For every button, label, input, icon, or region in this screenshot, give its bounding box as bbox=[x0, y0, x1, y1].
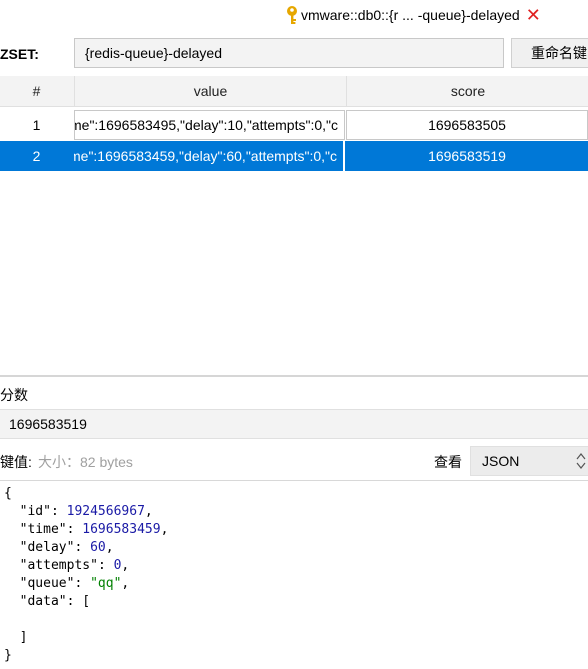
row-score[interactable]: 1696583519 bbox=[346, 141, 588, 171]
json-line: "data": [ bbox=[19, 594, 91, 609]
row-value[interactable]: me":1696583459,"delay":60,"attempts":0,"… bbox=[74, 141, 345, 171]
column-header-value[interactable]: value bbox=[74, 76, 346, 106]
table-row[interactable]: 1 me":1696583495,"delay":10,"attempts":0… bbox=[0, 110, 588, 140]
row-value-text: me":1696583459,"delay":60,"attempts":0,"… bbox=[74, 148, 337, 164]
table-header: # value score bbox=[0, 76, 588, 107]
value-label: 键值: bbox=[0, 454, 32, 470]
chevron-updown-icon bbox=[576, 451, 586, 471]
view-mode-select[interactable]: JSON bbox=[470, 446, 588, 476]
table-row-selected[interactable]: 2 me":1696583459,"delay":60,"attempts":0… bbox=[0, 141, 588, 171]
value-size: 大小：82 bytes bbox=[38, 454, 133, 470]
tab-key[interactable]: vmware::db0::{r ... -queue}-delayed ✕ bbox=[285, 4, 541, 26]
score-input[interactable]: 1696583519 bbox=[0, 409, 588, 439]
row-index: 2 bbox=[32, 148, 41, 164]
json-line: "delay": 60, bbox=[19, 540, 114, 555]
json-line: "time": 1696583459, bbox=[19, 522, 169, 537]
json-editor[interactable]: { "id": 1924566967, "time": 1696583459, … bbox=[0, 480, 588, 669]
json-line: { bbox=[4, 486, 12, 501]
column-header-index[interactable]: # bbox=[0, 76, 73, 106]
view-mode-value: JSON bbox=[482, 453, 520, 469]
row-index: 1 bbox=[32, 117, 41, 133]
key-name-field[interactable]: {redis-queue}-delayed bbox=[74, 38, 504, 68]
zset-table: # value score 1 me":1696583495,"delay":1… bbox=[0, 76, 588, 376]
column-header-score[interactable]: score bbox=[346, 76, 588, 106]
splitter-handle[interactable] bbox=[0, 375, 588, 377]
close-icon[interactable]: ✕ bbox=[526, 6, 541, 24]
key-type-label: ZSET: bbox=[0, 46, 39, 62]
score-label: 分数 bbox=[0, 387, 28, 403]
row-value-text: me":1696583495,"delay":10,"attempts":0,"… bbox=[74, 117, 338, 133]
tab-bar: vmware::db0::{r ... -queue}-delayed ✕ bbox=[0, 0, 588, 30]
json-line: "id": 1924566967, bbox=[19, 504, 153, 519]
value-toolbar: 键值: 大小：82 bytes 查看 JSON bbox=[0, 446, 588, 476]
row-value[interactable]: me":1696583495,"delay":10,"attempts":0,"… bbox=[74, 110, 345, 140]
row-score[interactable]: 1696583505 bbox=[346, 110, 588, 140]
key-icon bbox=[287, 6, 297, 24]
json-line: ] bbox=[4, 630, 28, 645]
json-line: } bbox=[4, 648, 12, 663]
json-line: "attempts": 0, bbox=[19, 558, 130, 573]
rename-key-button[interactable]: 重命名键 bbox=[511, 38, 588, 68]
json-line: "queue": "qq", bbox=[19, 576, 130, 591]
tab-title: vmware::db0::{r ... -queue}-delayed bbox=[301, 7, 520, 23]
view-mode-label: 查看 bbox=[434, 454, 462, 470]
key-header: ZSET: {redis-queue}-delayed 重命名键 bbox=[0, 30, 588, 76]
